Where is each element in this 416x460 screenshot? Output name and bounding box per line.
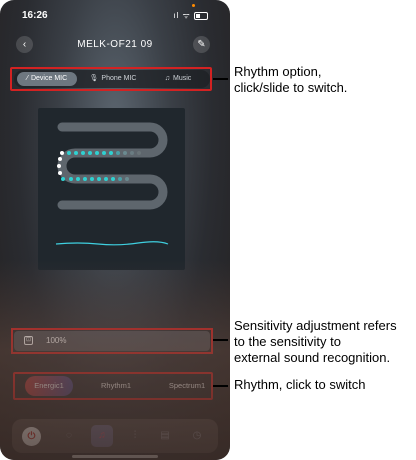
led xyxy=(125,177,129,181)
callout-line-rhythm xyxy=(213,385,228,387)
bottom-nav: ⏻ ◌ ♫ ⫶ ▤ ◷ xyxy=(12,419,218,453)
led xyxy=(83,177,87,181)
led xyxy=(60,151,64,155)
led xyxy=(130,151,134,155)
header: ‹ MELK-OF21 09 ✎ xyxy=(0,36,230,56)
light-strip-preview xyxy=(38,108,185,270)
power-icon: ⏻ xyxy=(27,431,36,442)
edit-icon: ✎ xyxy=(197,39,206,50)
led xyxy=(58,171,62,175)
callout-text-line: click/slide to switch. xyxy=(234,80,348,95)
program-icon: ▤ xyxy=(160,430,170,441)
battery-icon xyxy=(194,11,208,20)
callout-text-line: external sound recognition. xyxy=(234,350,391,365)
scene-icon: ◌ xyxy=(66,430,72,441)
program-button[interactable]: ▤ xyxy=(156,427,174,445)
status-time: 16:26 xyxy=(22,10,48,21)
led xyxy=(58,157,62,161)
led xyxy=(90,177,94,181)
music-icon: ♫ xyxy=(98,430,106,441)
phone-screen: 16:26 ıl ᯤ ‹ MELK-OF21 09 ✎ ⁄ Device MIC … xyxy=(0,0,230,460)
status-bar: 16:26 ıl ᯤ xyxy=(0,4,230,26)
led xyxy=(137,151,141,155)
callout-rhythm-option: Rhythm option, click/slide to switch. xyxy=(234,64,347,96)
callout-sensitivity: Sensitivity adjustment refers to the sen… xyxy=(234,318,397,366)
power-button[interactable]: ⏻ xyxy=(22,427,41,446)
audio-waveform xyxy=(55,241,169,246)
callout-rhythm: Rhythm, click to switch xyxy=(234,377,365,393)
callout-text-line: Rhythm option, xyxy=(234,64,322,79)
led xyxy=(118,177,122,181)
led xyxy=(81,151,85,155)
strip-preview-graphic xyxy=(55,122,169,246)
led xyxy=(95,151,99,155)
signal-icon: ıl xyxy=(173,11,180,20)
led xyxy=(123,151,127,155)
sensitivity-highlight xyxy=(11,328,213,354)
led xyxy=(116,151,120,155)
led xyxy=(102,151,106,155)
led xyxy=(88,151,92,155)
led xyxy=(109,151,113,155)
led xyxy=(97,177,101,181)
led xyxy=(104,177,108,181)
rhythm-highlight xyxy=(13,372,213,400)
wifi-icon: ᯤ xyxy=(182,11,191,20)
rhythm-option-highlight xyxy=(10,67,212,91)
callout-line-sensitivity xyxy=(213,339,228,341)
callout-text-line: Sensitivity adjustment refers xyxy=(234,318,397,333)
strip-path xyxy=(57,122,168,210)
callout-text-line: to the sensitivity to xyxy=(234,334,341,349)
timer-button[interactable]: ◷ xyxy=(188,427,206,445)
callout-text-line: Rhythm, click to switch xyxy=(234,377,366,392)
callout-line-rhythm-option xyxy=(213,78,228,80)
music-button[interactable]: ♫ xyxy=(91,425,113,447)
led xyxy=(69,177,73,181)
eq-button[interactable]: ⫶ xyxy=(126,427,144,445)
home-indicator xyxy=(72,455,158,458)
equalizer-icon: ⫶ xyxy=(133,430,137,441)
led xyxy=(57,164,61,168)
led xyxy=(76,177,80,181)
timer-icon: ◷ xyxy=(192,430,202,441)
scene-button[interactable]: ◌ xyxy=(60,427,78,445)
led xyxy=(61,177,65,181)
edit-button[interactable]: ✎ xyxy=(193,36,210,53)
status-icons: ıl ᯤ xyxy=(173,10,208,21)
recording-dot xyxy=(192,4,195,7)
led xyxy=(111,177,115,181)
led xyxy=(74,151,78,155)
led xyxy=(67,151,71,155)
